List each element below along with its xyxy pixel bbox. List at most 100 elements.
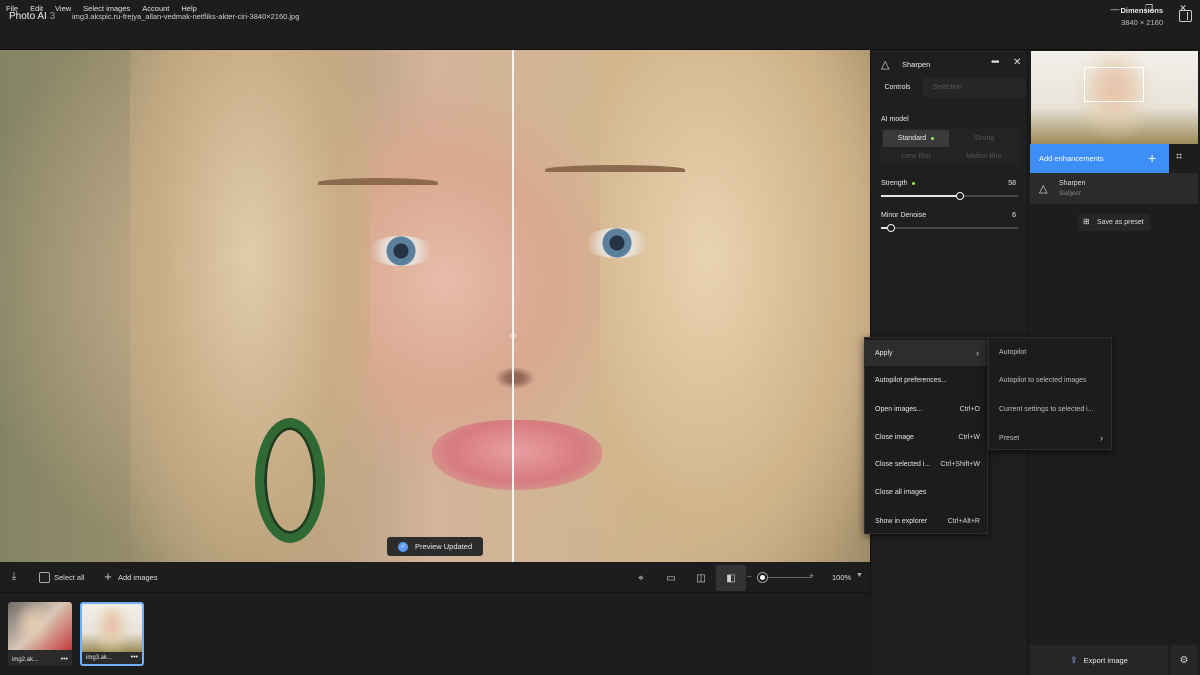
thumbnail[interactable]: img2.ak... ••• xyxy=(8,602,72,666)
select-all-label[interactable]: Select all xyxy=(54,573,84,582)
thumbnail-image xyxy=(82,604,142,652)
zoom-value[interactable]: 100% xyxy=(832,573,851,582)
chevron-down-icon[interactable]: ▼ xyxy=(856,572,863,579)
file-name: img3.akspic.ru-frejya_allan-vedmak-netfl… xyxy=(72,12,300,21)
model-lens-blur-button[interactable]: Lens Blur xyxy=(883,148,949,165)
image-region xyxy=(584,228,650,258)
add-images-button[interactable]: Add images xyxy=(118,573,158,582)
app-version: 3 xyxy=(49,11,56,22)
ai-model-label: AI model xyxy=(881,116,909,123)
minor-denoise-value: 6 xyxy=(1012,212,1016,219)
menu-item-label: Close image xyxy=(875,433,914,441)
menu-item-close-image[interactable]: Close image Ctrl+W xyxy=(865,424,989,450)
tab-controls[interactable]: Controls xyxy=(875,78,920,97)
app-name: Photo AI xyxy=(9,11,47,22)
image-canvas[interactable]: ◇ xyxy=(0,50,870,562)
menu-item-shortcut: Ctrl+O xyxy=(959,405,980,413)
menu-item-open-images[interactable]: Open images... Ctrl+O xyxy=(865,396,989,422)
export-settings-icon[interactable]: ⚙ xyxy=(1170,645,1198,675)
submenu-item-autopilot[interactable]: Autopilot xyxy=(989,339,1113,365)
image-region xyxy=(432,420,602,490)
thumbnail-label: img2.ak... xyxy=(12,657,39,663)
compare-handle-icon[interactable]: ◇ xyxy=(505,330,521,342)
enhancement-item-sharpen[interactable] xyxy=(1030,173,1198,204)
image-region xyxy=(130,50,370,562)
strength-label: Strength xyxy=(881,180,916,187)
sharpen-triangle-icon: △ xyxy=(881,59,890,71)
plus-icon[interactable]: + xyxy=(101,570,115,584)
app-title: Photo AI 3 xyxy=(9,11,55,22)
model-strong-button[interactable]: Strong xyxy=(951,130,1017,147)
model-standard-label: Standard xyxy=(897,135,927,142)
zoom-out-icon[interactable]: – xyxy=(747,572,751,581)
minor-denoise-slider-knob[interactable] xyxy=(886,224,895,232)
tab-selection[interactable]: Selection xyxy=(923,78,1026,97)
export-icon: ⇪ xyxy=(1070,654,1078,665)
download-icon[interactable]: ⤓ xyxy=(7,570,21,584)
menu-item-apply[interactable]: Apply › xyxy=(865,340,989,366)
focus-icon[interactable]: ⌖ xyxy=(626,565,656,591)
zoom-in-icon[interactable]: + xyxy=(809,571,814,581)
panel-title: Sharpen xyxy=(902,60,931,69)
strength-value: 58 xyxy=(1008,180,1016,187)
submenu-item-preset[interactable]: Preset › xyxy=(989,425,1113,451)
crop-icon[interactable]: ⌗ xyxy=(1176,151,1182,164)
navigator-viewport[interactable] xyxy=(1084,67,1144,102)
image-region xyxy=(465,350,565,390)
image-region xyxy=(368,236,434,266)
model-standard-button[interactable]: Standard xyxy=(883,130,949,147)
image-region xyxy=(545,165,685,174)
single-view-icon[interactable]: ▭ xyxy=(656,565,686,591)
active-indicator-icon xyxy=(931,137,935,140)
chevron-right-icon: › xyxy=(976,348,979,358)
model-motion-blur-button[interactable]: Motion Blur xyxy=(951,148,1017,165)
submenu-item-autopilot-selected[interactable]: Autopilot to selected images xyxy=(989,367,1113,393)
menu-item-label: Apply xyxy=(875,349,893,357)
panel-toggle-icon[interactable] xyxy=(1179,10,1192,22)
export-image-button[interactable]: ⇪ Export image xyxy=(1030,645,1168,675)
menu-item-label: Close selected i... xyxy=(875,460,931,468)
strength-slider-fill xyxy=(881,195,961,197)
image-region xyxy=(255,418,325,543)
menu-item-close-all[interactable]: Close all images xyxy=(865,479,989,505)
context-menu: Apply › Autopilot preferences... Open im… xyxy=(864,337,989,534)
enhancement-subtitle: Subject xyxy=(1059,190,1081,197)
menu-item-shortcut: Ctrl+Alt+R xyxy=(947,517,980,525)
save-preset-icon: ⊞ xyxy=(1083,217,1090,226)
image-region xyxy=(318,178,438,187)
strength-label-text: Strength xyxy=(881,180,908,187)
more-icon[interactable]: ••• xyxy=(61,656,68,663)
chevron-right-icon: › xyxy=(1100,433,1103,443)
ai-model-selector: Standard Strong Lens Blur Motion Blur xyxy=(881,128,1019,166)
apply-submenu: Autopilot Autopilot to selected images C… xyxy=(988,337,1112,450)
export-label: Export image xyxy=(1083,655,1128,665)
side-by-side-icon[interactable]: ◫ xyxy=(686,565,716,591)
compare-divider[interactable] xyxy=(512,50,514,562)
active-indicator-icon xyxy=(912,182,916,185)
menu-item-show-in-explorer[interactable]: Show in explorer Ctrl+Alt+R xyxy=(865,508,989,534)
zoom-slider-knob[interactable] xyxy=(758,573,767,582)
menu-item-label: Autopilot preferences... xyxy=(875,376,947,384)
filmstrip: img2.ak... ••• img3.ak... ••• xyxy=(0,593,870,675)
split-view-icon[interactable]: ◧ xyxy=(716,565,746,591)
more-icon[interactable]: ••• xyxy=(131,654,138,661)
menu-item-close-selected[interactable]: Close selected i... Ctrl+Shift+W xyxy=(865,451,989,477)
select-all-checkbox[interactable] xyxy=(39,572,50,583)
strength-slider[interactable] xyxy=(881,192,1018,200)
minor-denoise-label: Minor Denoise xyxy=(881,212,927,219)
sharpen-triangle-icon: △ xyxy=(1039,183,1048,195)
submenu-item-current-settings[interactable]: Current settings to selected i... xyxy=(989,396,1113,422)
menu-item-autopilot-preferences[interactable]: Autopilot preferences... xyxy=(865,367,989,393)
more-options-icon[interactable]: ••• xyxy=(991,57,999,68)
thumbnail-label: img3.ak... xyxy=(86,655,113,661)
menu-item-label: Open images... xyxy=(875,405,923,413)
bottom-toolbar: ⤓ Select all + Add images ⌖ ▭ ◫ ◧ xyxy=(0,562,870,593)
enhancement-name: Sharpen xyxy=(1059,180,1086,187)
minor-denoise-slider[interactable] xyxy=(881,224,1018,232)
plus-icon[interactable]: + xyxy=(1148,150,1156,166)
close-icon[interactable]: ✕ xyxy=(1013,57,1021,68)
dimensions-label: Dimensions xyxy=(1120,6,1163,15)
check-circle-icon: ✓ xyxy=(398,541,408,552)
image-region xyxy=(600,50,870,562)
thumbnail-selected[interactable]: img3.ak... ••• xyxy=(80,602,144,666)
